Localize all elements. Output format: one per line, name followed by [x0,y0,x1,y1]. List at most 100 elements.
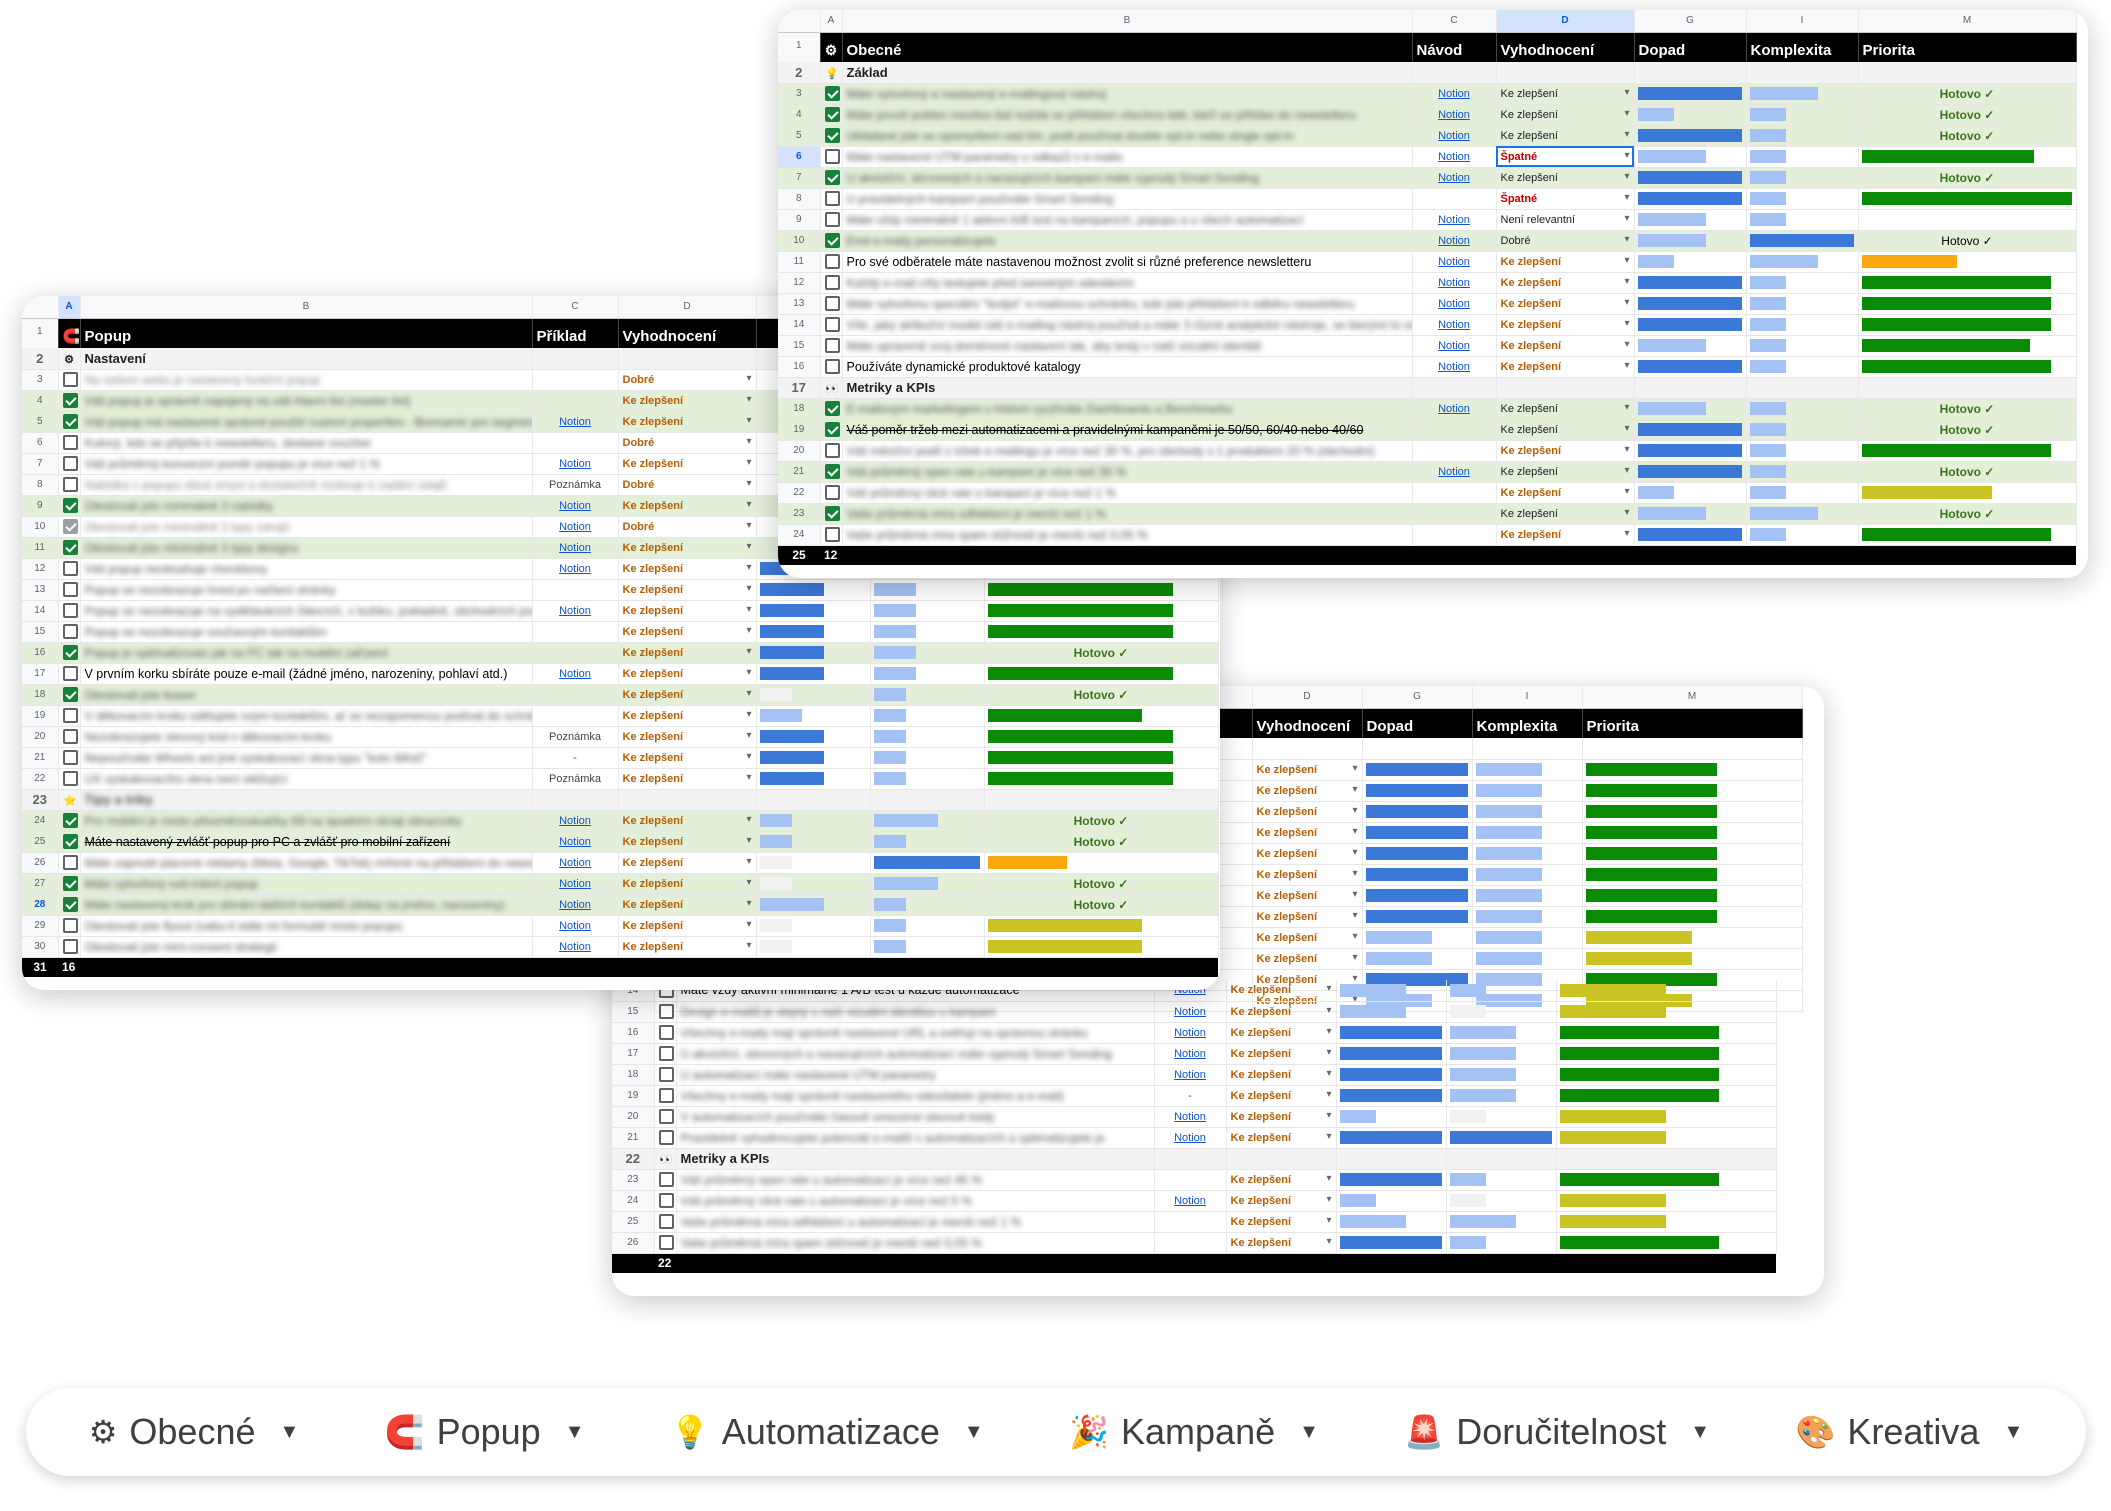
task-checkbox[interactable] [824,149,840,165]
column-header-B[interactable]: B [842,10,1413,33]
column-header-G[interactable]: G [1362,686,1473,709]
sheet-tab-1[interactable]: 🧲 Popup ▼ [385,1411,585,1453]
evaluation-dropdown[interactable]: Ke zlepšení [1496,461,1635,483]
evaluation-dropdown[interactable]: Ke zlepšení [618,810,757,832]
evaluation-dropdown[interactable]: Ke zlepšení [618,852,757,874]
notion-link[interactable]: Notion [1154,1064,1227,1086]
notion-link[interactable]: Notion [532,915,619,937]
evaluation-dropdown[interactable]: Dobré [618,369,757,391]
task-checkbox[interactable] [824,170,840,186]
evaluation-dropdown[interactable]: Ke zlepšení [618,453,757,475]
task-checkbox[interactable] [62,876,78,892]
notion-link[interactable]: Notion [532,894,619,916]
task-checkbox[interactable] [62,729,78,745]
evaluation-dropdown[interactable]: Ke zlepšení [618,537,757,559]
evaluation-dropdown[interactable]: Špatné [1496,146,1635,168]
task-checkbox[interactable] [62,372,78,388]
evaluation-dropdown[interactable]: Ke zlepšení [1496,251,1635,273]
evaluation-dropdown[interactable]: Ke zlepšení [618,411,757,433]
evaluation-dropdown[interactable]: Ke zlepšení [618,600,757,622]
notion-link[interactable]: Notion [1154,1106,1227,1128]
evaluation-dropdown[interactable]: Dobré [618,474,757,496]
notion-link[interactable]: Notion [532,558,619,580]
evaluation-dropdown[interactable]: Ke zlepšení [1496,293,1635,315]
notion-link[interactable]: Notion [1412,314,1497,336]
column-header-D[interactable]: D [1496,10,1635,33]
task-checkbox[interactable] [824,254,840,270]
evaluation-dropdown[interactable]: Ke zlepšení [1496,356,1635,378]
task-checkbox[interactable] [824,464,840,480]
notion-link[interactable]: Notion [1412,461,1497,483]
task-checkbox[interactable] [824,107,840,123]
evaluation-dropdown[interactable]: Ke zlepšení [618,663,757,685]
evaluation-dropdown[interactable]: Ke zlepšení [1226,1001,1337,1023]
notion-link[interactable]: Notion [1154,1190,1227,1212]
caret-down-icon[interactable]: ▼ [1299,1421,1319,1444]
evaluation-dropdown[interactable]: Ke zlepšení [1226,1043,1337,1065]
task-checkbox[interactable] [824,443,840,459]
notion-link[interactable]: Notion [532,537,619,559]
task-checkbox[interactable] [658,1214,674,1230]
task-checkbox[interactable] [824,128,840,144]
task-checkbox[interactable] [62,645,78,661]
task-checkbox[interactable] [62,687,78,703]
task-checkbox[interactable] [658,1235,674,1251]
task-checkbox[interactable] [824,401,840,417]
task-checkbox[interactable] [62,393,78,409]
evaluation-dropdown[interactable]: Ke zlepšení [1496,524,1635,546]
evaluation-dropdown[interactable]: Ke zlepšení [1496,83,1635,105]
evaluation-dropdown[interactable]: Ke zlepšení [1496,419,1635,441]
task-checkbox[interactable] [62,561,78,577]
evaluation-dropdown[interactable]: Ke zlepšení [1252,801,1363,823]
evaluation-dropdown[interactable]: Ke zlepšení [1226,1064,1337,1086]
evaluation-dropdown[interactable]: Ke zlepšení [1252,780,1363,802]
task-checkbox[interactable] [658,1025,674,1041]
column-header-A[interactable]: A [58,296,81,319]
evaluation-dropdown[interactable]: Ke zlepšení [1226,1169,1337,1191]
column-header-B[interactable]: B [80,296,533,319]
evaluation-dropdown[interactable]: Dobré [618,432,757,454]
evaluation-dropdown[interactable]: Ke zlepšení [618,915,757,937]
evaluation-dropdown[interactable]: Ke zlepšení [1496,440,1635,462]
task-checkbox[interactable] [658,1193,674,1209]
task-checkbox[interactable] [658,1109,674,1125]
notion-link[interactable]: Notion [1412,125,1497,147]
task-checkbox[interactable] [62,519,78,535]
task-checkbox[interactable] [824,338,840,354]
task-checkbox[interactable] [62,624,78,640]
task-checkbox[interactable] [824,191,840,207]
evaluation-dropdown[interactable]: Ke zlepšení [1252,759,1363,781]
evaluation-dropdown[interactable]: Ke zlepšení [618,390,757,412]
evaluation-dropdown[interactable]: Špatné [1496,188,1635,210]
evaluation-dropdown[interactable]: Ke zlepšení [1226,1190,1337,1212]
notion-link[interactable]: Notion [1412,104,1497,126]
sheet-tab-2[interactable]: 💡 Automatizace ▼ [670,1411,984,1453]
column-header-A[interactable]: A [820,10,843,33]
evaluation-dropdown[interactable]: Ke zlepšení [618,747,757,769]
task-checkbox[interactable] [824,275,840,291]
column-header-D[interactable]: D [618,296,757,319]
evaluation-dropdown[interactable]: Ke zlepšení [618,873,757,895]
notion-link[interactable]: Notion [532,810,619,832]
notion-link[interactable]: Notion [1412,356,1497,378]
notion-link[interactable]: Notion [1412,146,1497,168]
notion-link[interactable]: Notion [1412,230,1497,252]
evaluation-dropdown[interactable]: Ke zlepšení [1252,948,1363,970]
task-checkbox[interactable] [658,1046,674,1062]
evaluation-dropdown[interactable]: Ke zlepšení [1252,843,1363,865]
evaluation-dropdown[interactable]: Ke zlepšení [1226,1211,1337,1233]
task-checkbox[interactable] [62,435,78,451]
task-checkbox[interactable] [62,414,78,430]
task-checkbox[interactable] [824,422,840,438]
task-checkbox[interactable] [824,296,840,312]
task-checkbox[interactable] [62,834,78,850]
task-checkbox[interactable] [824,86,840,102]
notion-link[interactable]: Notion [1412,167,1497,189]
evaluation-dropdown[interactable]: Ke zlepšení [1496,398,1635,420]
caret-down-icon[interactable]: ▼ [280,1421,300,1444]
task-checkbox[interactable] [62,666,78,682]
sheet-tab-3[interactable]: 🎉 Kampaně ▼ [1069,1411,1319,1453]
task-checkbox[interactable] [62,708,78,724]
evaluation-dropdown[interactable]: Dobré [618,516,757,538]
task-checkbox[interactable] [824,233,840,249]
